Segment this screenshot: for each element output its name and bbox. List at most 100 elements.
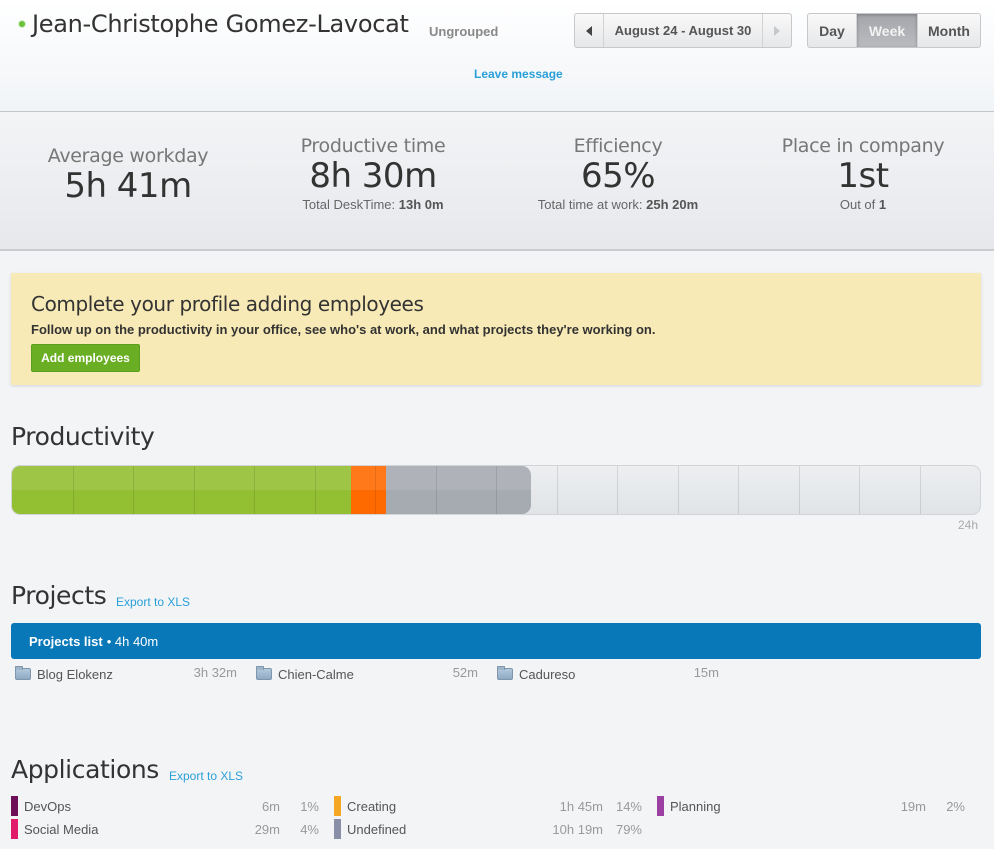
productivity-gridline xyxy=(859,466,860,514)
online-status-icon xyxy=(19,21,25,27)
date-range-label[interactable]: August 24 - August 30 xyxy=(604,14,762,47)
stat-sub-value: 1 xyxy=(878,197,887,212)
productivity-gridline xyxy=(738,466,739,514)
app-name: Social Media xyxy=(24,821,99,837)
chevron-right-icon xyxy=(774,25,780,36)
period-month-button[interactable]: Month xyxy=(917,14,980,47)
app-item[interactable]: DevOps xyxy=(11,796,71,816)
banner-description: Follow up on the productivity in your of… xyxy=(31,322,656,337)
project-name: Cadureso xyxy=(519,666,576,682)
stat-sub-value: 25h 20m xyxy=(646,197,699,212)
banner-title: Complete your profile adding employees xyxy=(31,292,424,316)
productivity-gridline xyxy=(254,466,255,514)
app-name: Planning xyxy=(670,798,721,814)
project-name: Chien-Calme xyxy=(278,666,354,682)
stat-label: Average workday xyxy=(47,145,209,167)
add-employees-banner: Complete your profile adding employees F… xyxy=(11,273,981,385)
stat-sub: Total DeskTime: 13h 0m xyxy=(250,197,496,212)
folder-icon xyxy=(256,666,272,680)
stat-sub: Out of 1 xyxy=(740,197,986,212)
stat-sub-label: Total DeskTime: xyxy=(302,197,396,212)
stat-sub-value: 13h 0m xyxy=(398,197,444,212)
folder-icon xyxy=(497,666,513,680)
productivity-gridline xyxy=(193,466,195,514)
productivity-gridline xyxy=(496,466,497,514)
productivity-gridline xyxy=(314,466,316,514)
app-time: 10h 19m xyxy=(552,822,603,837)
applications-export-link[interactable]: Export to XLS xyxy=(169,769,243,783)
stat-value: 65% xyxy=(580,156,656,196)
stat-average-workday: Average workday 5h 41m xyxy=(5,145,251,205)
app-item[interactable]: Social Media xyxy=(11,819,98,839)
applications-title: Applications xyxy=(11,755,159,784)
projects-export-link[interactable]: Export to XLS xyxy=(116,595,190,609)
productivity-gridline xyxy=(798,466,800,514)
app-color-swatch xyxy=(11,819,18,839)
productivity-segment-productive xyxy=(12,466,351,514)
app-item[interactable]: Planning xyxy=(657,796,721,816)
productivity-gridline xyxy=(133,466,134,514)
productivity-gridline xyxy=(435,466,437,514)
folder-icon xyxy=(15,666,31,680)
app-time: 6m xyxy=(261,799,280,814)
app-percent: 1% xyxy=(300,799,319,814)
stat-label: Efficiency xyxy=(573,135,663,157)
user-name: Jean-Christophe Gomez-Lavocat xyxy=(32,10,409,38)
app-percent: 4% xyxy=(300,822,319,837)
previous-week-button[interactable] xyxy=(575,14,604,47)
project-item[interactable]: Cadureso xyxy=(497,665,575,683)
date-navigator: August 24 - August 30 xyxy=(574,13,792,48)
productivity-title: Productivity xyxy=(11,422,155,451)
app-time: 1h 45m xyxy=(559,799,603,814)
app-percent: 79% xyxy=(615,822,642,837)
app-percent: 14% xyxy=(615,799,642,814)
productivity-bar xyxy=(11,465,981,515)
app-time: 29m xyxy=(254,822,280,837)
app-color-swatch xyxy=(334,819,341,839)
app-name: Undefined xyxy=(347,821,407,837)
stat-label: Place in company xyxy=(781,135,945,157)
stat-label: Productive time xyxy=(300,135,446,157)
project-item[interactable]: Blog Elokenz xyxy=(15,665,113,683)
app-color-swatch xyxy=(11,796,18,816)
project-time: 3h 32m xyxy=(193,665,237,680)
app-name: DevOps xyxy=(24,798,71,814)
app-color-swatch xyxy=(657,796,664,816)
next-week-button[interactable] xyxy=(762,14,791,47)
project-item[interactable]: Chien-Calme xyxy=(256,665,354,683)
stat-productive-time: Productive time 8h 30m Total DeskTime: 1… xyxy=(250,135,496,212)
project-time: 15m xyxy=(693,665,719,680)
projects-list-header[interactable]: Projects list • 4h 40m xyxy=(11,623,981,659)
productivity-gridline xyxy=(72,466,74,514)
profile-header: Jean-Christophe Gomez-Lavocat Ungrouped … xyxy=(0,0,994,112)
projects-title: Projects xyxy=(11,581,107,610)
period-toggle: Day Week Month xyxy=(807,13,981,48)
stats-panel: Average workday 5h 41m Productive time 8… xyxy=(0,113,994,251)
stat-sub-label: Total time at work: xyxy=(537,197,643,212)
project-time: 52m xyxy=(452,665,478,680)
stat-efficiency: Efficiency 65% Total time at work: 25h 2… xyxy=(495,135,741,212)
app-name: Creating xyxy=(347,798,397,814)
projects-list-total: • 4h 40m xyxy=(106,633,159,649)
productivity-gridline xyxy=(556,466,558,514)
add-employees-button[interactable]: Add employees xyxy=(31,344,140,372)
leave-message-link[interactable]: Leave message xyxy=(474,67,563,81)
productivity-segment-unproductive xyxy=(350,466,386,514)
period-day-button[interactable]: Day xyxy=(808,14,857,47)
productivity-segment-neutral xyxy=(385,466,532,514)
productivity-gridline xyxy=(617,466,618,514)
stat-value: 5h 41m xyxy=(64,166,192,206)
group-label: Ungrouped xyxy=(429,24,499,39)
project-name: Blog Elokenz xyxy=(37,666,113,682)
stat-value: 1st xyxy=(837,156,889,196)
app-item[interactable]: Undefined xyxy=(334,819,406,839)
app-percent: 2% xyxy=(946,799,965,814)
period-week-button[interactable]: Week xyxy=(857,14,917,47)
productivity-gridline xyxy=(919,466,921,514)
projects-list-label: Projects list xyxy=(29,633,103,649)
app-time: 19m xyxy=(900,799,926,814)
chevron-left-icon xyxy=(586,25,592,36)
productivity-axis-end-label: 24h xyxy=(958,518,979,532)
stat-place-in-company: Place in company 1st Out of 1 xyxy=(740,135,986,212)
app-item[interactable]: Creating xyxy=(334,796,396,816)
